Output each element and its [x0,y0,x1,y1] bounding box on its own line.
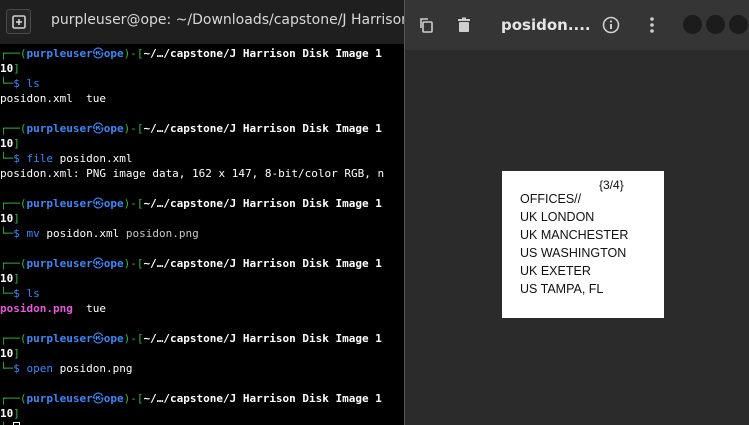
skull-icon: ㉿ [92,47,104,60]
command-line: └─$ file posidon.xml [0,152,133,165]
prompt-line: ┌──(purpleuser㉿ope)-[~/…/capstone/J Harr… [0,257,382,270]
command-line-active[interactable]: └─ [0,421,21,425]
prompt-line: ┌──(purpleuser㉿ope)-[~/…/capstone/J Harr… [0,47,382,60]
command-line: └─$ mv posidon.xml posidon.png [0,227,199,240]
prompt-path-cont: 10] [0,212,20,225]
image-canvas[interactable]: {3/4} OFFICES// UK LONDON UK MANCHESTER … [405,50,749,425]
close-button[interactable] [729,15,748,34]
displayed-image: {3/4} OFFICES// UK LONDON UK MANCHESTER … [502,171,664,318]
image-text-line: UK EXETER [520,264,591,278]
terminal-window: purpleuser@ope: ~/Downloads/capstone/J H… [0,0,404,425]
terminal-titlebar: purpleuser@ope: ~/Downloads/capstone/J H… [0,0,404,44]
new-tab-icon [11,14,26,29]
command-line: └─$ ls [0,77,40,90]
image-text-line: US WASHINGTON [520,246,627,260]
command-output: posidon.png tue [0,302,106,315]
prompt-line: ┌──(purpleuser㉿ope)-[~/…/capstone/J Harr… [0,122,382,135]
image-text-line: US TAMPA, FL [520,282,604,296]
command-output: posidon.xml: PNG image data, 162 x 147, … [0,167,385,180]
prompt-line: ┌──(purpleuser㉿ope)-[~/…/capstone/J Harr… [0,332,382,345]
skull-icon: ㉿ [92,332,104,345]
image-page-number: {3/4} [599,178,624,192]
kebab-menu-icon [650,17,654,33]
prompt-path-cont: 10] [0,62,20,75]
terminal-title: purpleuser@ope: ~/Downloads/capstone/J H… [51,12,404,28]
copy-icon [420,18,433,33]
prompt-path-cont: 10] [0,137,20,150]
image-text-line: UK LONDON [520,210,595,224]
viewer-headerbar: posidon.... [405,0,749,50]
maximize-button[interactable] [706,15,725,34]
command-line: └─$ open posidon.png [0,362,133,375]
skull-icon: ㉿ [92,257,104,270]
skull-icon: ㉿ [92,392,104,405]
skull-icon: ㉿ [92,122,104,135]
prompt-line: ┌──(purpleuser㉿ope)-[~/…/capstone/J Harr… [0,197,382,210]
viewer-title: posidon.... [501,16,591,34]
prompt-line: ┌──(purpleuser㉿ope)-[~/…/capstone/J Harr… [0,392,382,405]
image-viewer-window: posidon.... {3/4} OFFICES// UK LONDON UK… [404,0,749,425]
command-line: └─$ ls [0,287,40,300]
skull-icon: ㉿ [92,197,104,210]
image-text-line: OFFICES// [520,192,582,206]
delete-button[interactable] [453,14,475,36]
info-icon [602,16,620,34]
terminal-output[interactable]: ┌──(purpleuser㉿ope)-[~/…/capstone/J Harr… [0,44,404,425]
properties-button[interactable] [600,14,622,36]
image-text-line: UK MANCHESTER [520,228,629,242]
copy-button[interactable] [415,14,437,36]
command-output: posidon.xml tue [0,92,106,105]
trash-icon [458,17,470,32]
prompt-path-cont: 10] [0,272,20,285]
prompt-path-cont: 10] [0,407,20,420]
new-tab-button[interactable] [6,9,31,34]
prompt-path-cont: 10] [0,347,20,360]
menu-button[interactable] [641,14,663,36]
minimize-button[interactable] [683,15,702,34]
